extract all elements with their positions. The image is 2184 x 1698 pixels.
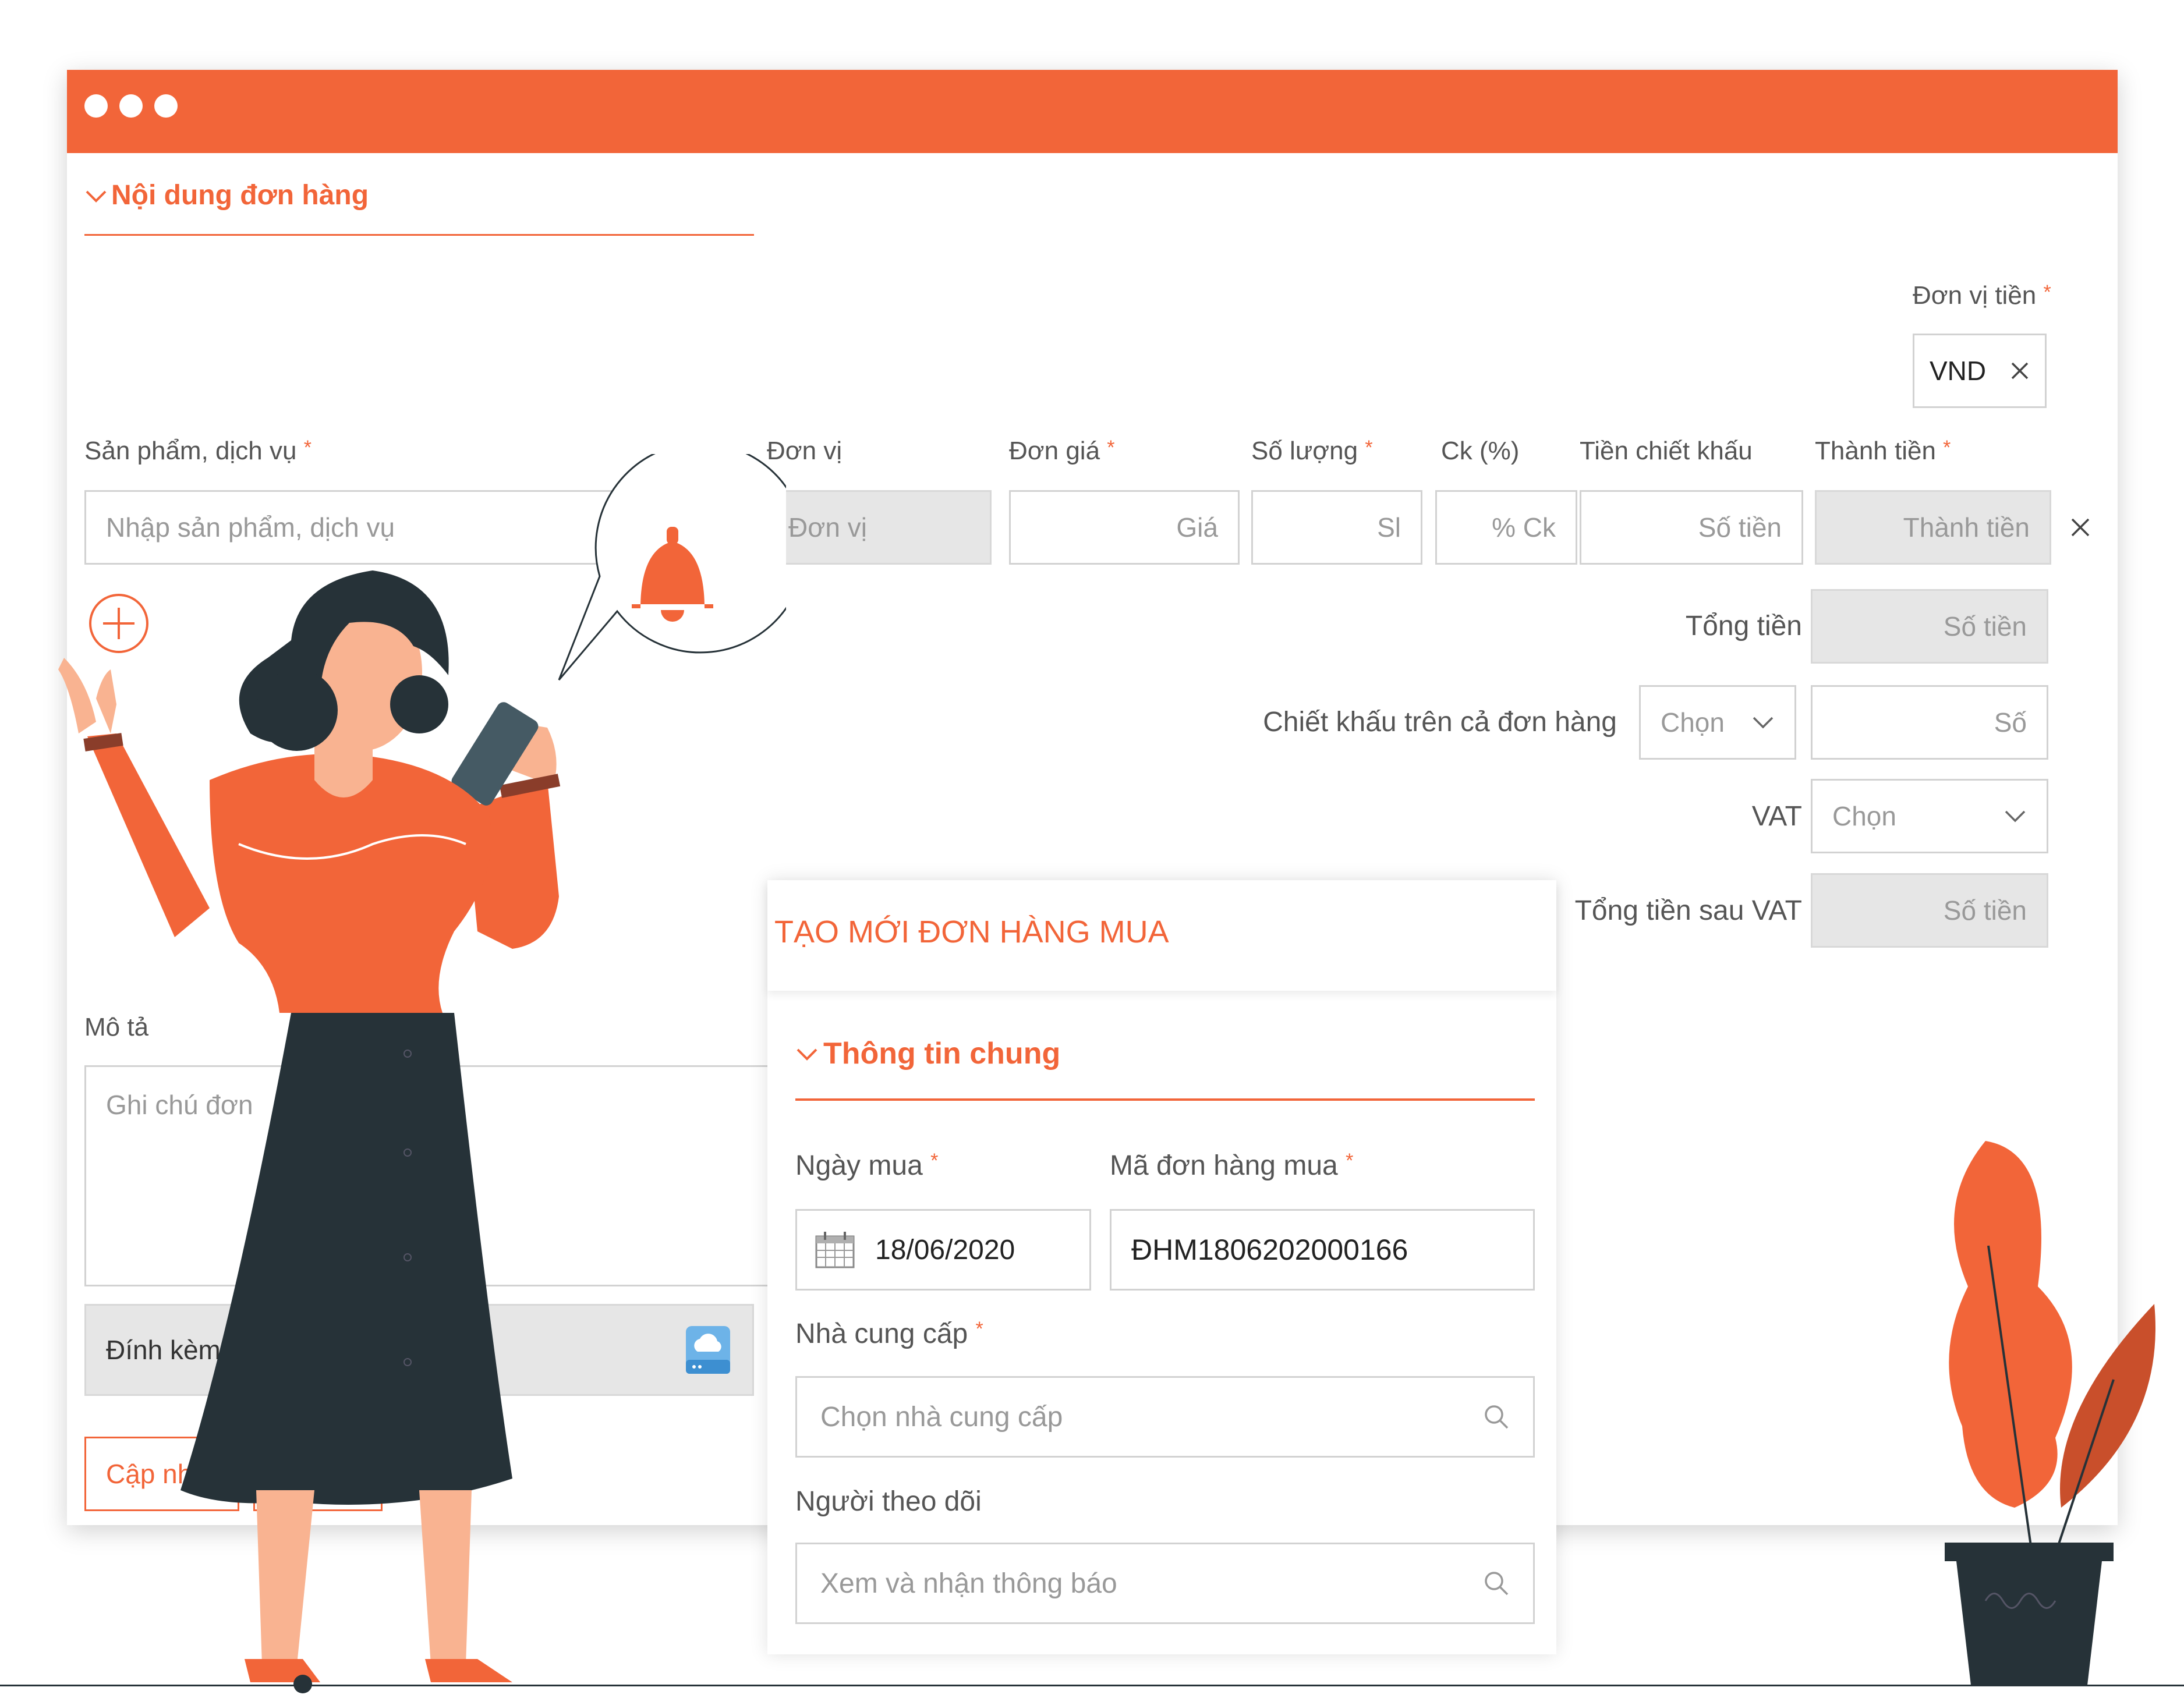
plant-illustration bbox=[1945, 1141, 2155, 1685]
product-label: Sản phẩm, dịch vụ * bbox=[84, 437, 312, 465]
quantity-input[interactable]: Sl bbox=[1251, 490, 1422, 565]
followers-placeholder: Xem và nhận thông báo bbox=[820, 1568, 1117, 1599]
chevron-down-icon bbox=[1753, 717, 1774, 729]
line-total-placeholder: Thành tiền bbox=[1903, 512, 2030, 543]
currency-value: VND bbox=[1930, 356, 1987, 386]
total-after-vat-label: Tổng tiền sau VAT bbox=[1574, 895, 1802, 926]
section-underline bbox=[84, 234, 754, 236]
supplier-label: Nhà cung cấp * bbox=[795, 1318, 983, 1349]
supplier-placeholder: Chọn nhà cung cấp bbox=[820, 1401, 1063, 1433]
card-title: TẠO MỚI ĐƠN HÀNG MUA bbox=[774, 914, 1169, 949]
search-icon[interactable] bbox=[1483, 1570, 1510, 1597]
product-placeholder: Nhập sản phẩm, dịch vụ bbox=[106, 512, 395, 543]
price-label: Đơn giá * bbox=[1009, 437, 1115, 465]
window-dot-close[interactable] bbox=[84, 94, 108, 118]
total-input[interactable]: Số tiền bbox=[1811, 589, 2048, 664]
window-dot-minimize[interactable] bbox=[119, 94, 143, 118]
order-code-value: ĐHM1806202000166 bbox=[1131, 1233, 1408, 1266]
quantity-label: Số lượng * bbox=[1251, 437, 1373, 465]
general-info-underline bbox=[795, 1098, 1535, 1101]
unit-placeholder: Đơn vị bbox=[788, 512, 867, 543]
purchase-date-label: Ngày mua * bbox=[795, 1150, 939, 1181]
window-dot-maximize[interactable] bbox=[154, 94, 178, 118]
general-info-section-header[interactable]: Thông tin chung bbox=[795, 1036, 1060, 1071]
notification-speech-bubble bbox=[558, 454, 786, 680]
calendar-icon[interactable] bbox=[815, 1231, 855, 1269]
order-discount-select-value: Chọn bbox=[1661, 707, 1725, 738]
order-content-section-header[interactable]: Nội dung đơn hàng bbox=[84, 179, 369, 211]
currency-label: Đơn vị tiền * bbox=[1913, 281, 2051, 310]
discount-pct-label: Ck (%) bbox=[1441, 437, 1520, 465]
price-placeholder: Giá bbox=[1176, 512, 1218, 543]
discount-pct-placeholder: % Ck bbox=[1492, 512, 1556, 543]
unit-input[interactable]: Đơn vị bbox=[767, 490, 992, 565]
order-discount-select[interactable]: Chọn bbox=[1639, 685, 1796, 760]
chevron-down-icon bbox=[86, 190, 107, 203]
discount-amount-label: Tiền chiết khấu bbox=[1580, 437, 1753, 465]
order-discount-input[interactable]: Số bbox=[1811, 685, 2048, 760]
vat-select-value: Chọn bbox=[1832, 801, 1896, 831]
window-titlebar bbox=[67, 70, 2118, 153]
followers-label: Người theo dõi bbox=[795, 1486, 982, 1517]
general-info-title: Thông tin chung bbox=[823, 1037, 1061, 1070]
chevron-down-icon bbox=[797, 1048, 817, 1061]
order-code-input[interactable]: ĐHM1806202000166 bbox=[1110, 1209, 1535, 1291]
total-after-vat-placeholder: Số tiền bbox=[1943, 895, 2027, 926]
vat-select[interactable]: Chọn bbox=[1811, 779, 2048, 853]
line-total-label: Thành tiền * bbox=[1815, 437, 1951, 465]
discount-amount-input[interactable]: Số tiền bbox=[1580, 490, 1803, 565]
section-title: Nội dung đơn hàng bbox=[111, 180, 369, 211]
total-after-vat-input[interactable]: Số tiền bbox=[1811, 873, 2048, 948]
total-label: Tổng tiền bbox=[1685, 611, 1802, 641]
order-code-label: Mã đơn hàng mua * bbox=[1110, 1150, 1354, 1181]
chevron-down-icon bbox=[2005, 810, 2026, 823]
vat-label: VAT bbox=[1751, 801, 1802, 832]
order-discount-placeholder: Số bbox=[1994, 707, 2027, 738]
discount-amount-placeholder: Số tiền bbox=[1698, 512, 1782, 543]
cloud-upload-icon[interactable] bbox=[684, 1324, 732, 1376]
order-discount-label: Chiết khấu trên cả đơn hàng bbox=[1263, 707, 1617, 738]
supplier-input[interactable]: Chọn nhà cung cấp bbox=[795, 1376, 1535, 1458]
total-placeholder: Số tiền bbox=[1943, 611, 2027, 641]
quantity-placeholder: Sl bbox=[1377, 512, 1401, 543]
currency-select[interactable]: VND bbox=[1913, 334, 2047, 408]
followers-input[interactable]: Xem và nhận thông báo bbox=[795, 1543, 1535, 1624]
search-icon[interactable] bbox=[1483, 1403, 1510, 1430]
ground-line bbox=[0, 1685, 2184, 1686]
card-header: TẠO MỚI ĐƠN HÀNG MUA bbox=[767, 880, 1556, 991]
discount-pct-input[interactable]: % Ck bbox=[1435, 490, 1577, 565]
woman-illustration bbox=[58, 570, 561, 1693]
close-icon[interactable] bbox=[2010, 361, 2030, 381]
line-total-input[interactable]: Thành tiền bbox=[1815, 490, 2051, 565]
remove-row-icon[interactable] bbox=[2069, 516, 2092, 539]
purchase-date-value: 18/06/2020 bbox=[875, 1234, 1015, 1265]
purchase-date-input[interactable]: 18/06/2020 bbox=[795, 1209, 1091, 1291]
purchase-order-card: TẠO MỚI ĐƠN HÀNG MUA Thông tin chung Ngà… bbox=[767, 880, 1556, 1654]
price-input[interactable]: Giá bbox=[1009, 490, 1240, 565]
